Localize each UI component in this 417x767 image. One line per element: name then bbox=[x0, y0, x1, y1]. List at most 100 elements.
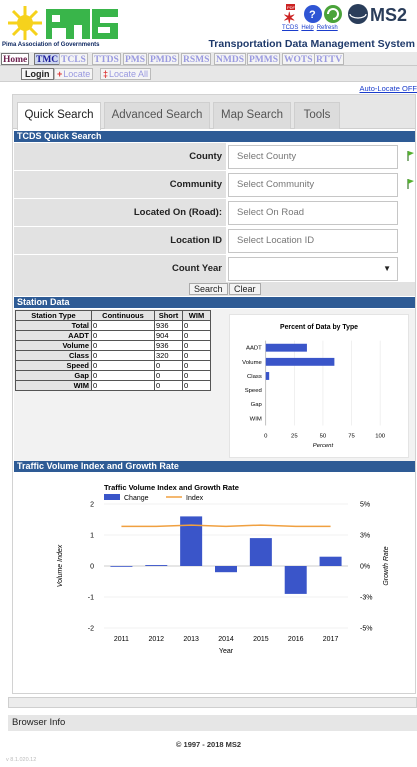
location-id-input[interactable]: Select Location ID bbox=[228, 229, 398, 253]
y-tick-label: WIM bbox=[250, 416, 262, 422]
cell-short: 904 bbox=[154, 330, 183, 341]
community-input[interactable]: Select Community bbox=[228, 173, 398, 197]
dropdown-arrow-icon: ▼ bbox=[383, 264, 391, 273]
x-axis-label: Percent bbox=[313, 443, 334, 449]
locate-all-label: Locate All bbox=[109, 69, 149, 79]
module-home[interactable]: Home bbox=[1, 53, 30, 65]
header-icons: PDF ✶ ? bbox=[283, 4, 342, 25]
bar bbox=[215, 566, 237, 573]
chart-title: Traffic Volume Index and Growth Rate bbox=[104, 483, 239, 492]
bar bbox=[265, 357, 335, 366]
tab-map-search[interactable]: Map Search bbox=[213, 102, 291, 129]
row-type: Class bbox=[15, 350, 92, 361]
x-tick-label: 100 bbox=[375, 433, 386, 439]
count-year-row: Count Year ▼ bbox=[14, 255, 415, 283]
y2-tick-label: 3% bbox=[360, 533, 370, 540]
tcds-link[interactable]: TCDS bbox=[282, 25, 298, 31]
percent-by-type-chart: Percent of Data by Type 0 25 50 75 100 AADT Vol… bbox=[229, 314, 409, 458]
count-year-label: Count Year bbox=[14, 255, 226, 283]
y2-axis-label: Growth Rate bbox=[383, 546, 390, 585]
table-row: WIM 0 0 0 bbox=[15, 380, 211, 391]
sun-icon bbox=[8, 6, 42, 40]
community-flag-icon[interactable] bbox=[406, 178, 416, 190]
app-title: Transportation Data Management System bbox=[208, 38, 415, 50]
cell-continuous: 0 bbox=[91, 370, 155, 381]
x-tick-label: 2011 bbox=[114, 636, 129, 643]
module-rttv[interactable]: RTTV bbox=[314, 53, 345, 65]
y2-tick-label: -5% bbox=[360, 626, 372, 633]
ms2-logo[interactable]: MS2 bbox=[347, 2, 417, 26]
ms2-wordmark: MS2 bbox=[370, 5, 407, 25]
y2-tick-label: 0% bbox=[360, 564, 370, 571]
module-wots[interactable]: WOTS bbox=[282, 53, 315, 65]
table-row: Speed 0 0 0 bbox=[15, 360, 211, 371]
quick-search-actions: Search Clear bbox=[14, 282, 415, 296]
tab-quick-search[interactable]: Quick Search bbox=[17, 102, 101, 130]
help-link[interactable]: Help bbox=[301, 25, 313, 31]
module-tcls[interactable]: TCLS bbox=[59, 53, 88, 65]
module-nmds[interactable]: NMDS bbox=[214, 53, 246, 65]
county-input[interactable]: Select County bbox=[228, 145, 398, 169]
cell-continuous: 0 bbox=[91, 320, 155, 331]
module-ttds[interactable]: TTDS bbox=[92, 53, 121, 65]
count-year-select[interactable]: ▼ bbox=[228, 257, 398, 281]
chart-title: Percent of Data by Type bbox=[280, 324, 358, 331]
clear-button[interactable]: Clear bbox=[229, 283, 261, 295]
bar bbox=[145, 565, 168, 566]
refresh-link[interactable]: Refresh bbox=[317, 25, 338, 31]
cell-wim: 0 bbox=[182, 350, 211, 361]
y-tick-label: Volume bbox=[242, 360, 262, 366]
module-tmc[interactable]: TMC bbox=[34, 53, 61, 65]
cell-short: 320 bbox=[154, 350, 183, 361]
locate-all-button[interactable]: ‡Locate All bbox=[100, 68, 152, 80]
cell-wim: 0 bbox=[182, 370, 211, 381]
bar bbox=[249, 538, 272, 566]
refresh-icon[interactable] bbox=[324, 5, 342, 23]
x-tick-label: 2012 bbox=[148, 636, 164, 643]
pag-logo[interactable] bbox=[6, 3, 126, 43]
county-label: County bbox=[14, 143, 226, 171]
cell-continuous: 0 bbox=[91, 330, 155, 341]
scroll-bar[interactable] bbox=[8, 697, 417, 708]
y-tick-label: -1 bbox=[88, 595, 94, 602]
search-button[interactable]: Search bbox=[189, 283, 228, 295]
cell-wim: 0 bbox=[182, 380, 211, 391]
x-tick-label: 50 bbox=[320, 433, 327, 439]
y-tick-label: Gap bbox=[251, 402, 263, 408]
x-axis-label: Year bbox=[219, 648, 234, 655]
y-axis-label: Volume Index bbox=[57, 544, 64, 587]
row-type: Volume bbox=[15, 340, 92, 351]
table-header-row: Station Type Continuous Short WIM bbox=[15, 310, 211, 321]
org-name: Pima Association of Governments bbox=[2, 42, 100, 48]
module-pmms[interactable]: PMMS bbox=[247, 53, 281, 65]
module-rsms[interactable]: RSMS bbox=[181, 53, 212, 65]
module-pms[interactable]: PMS bbox=[123, 53, 148, 65]
cell-wim: 0 bbox=[182, 320, 211, 331]
community-row: Community Select Community bbox=[14, 171, 415, 199]
cell-wim: 0 bbox=[182, 340, 211, 351]
search-tabs: Quick Search Advanced Search Map Search … bbox=[13, 95, 415, 130]
login-button[interactable]: Login bbox=[21, 68, 54, 80]
tab-advanced-search[interactable]: Advanced Search bbox=[104, 102, 210, 129]
row-type: AADT bbox=[15, 330, 92, 341]
auto-locate-toggle[interactable]: Auto-Locate OFF bbox=[359, 84, 417, 93]
login-bar: Login +Locate ‡Locate All bbox=[0, 66, 417, 82]
community-label: Community bbox=[14, 171, 226, 199]
row-type: Gap bbox=[15, 370, 92, 381]
county-row: County Select County bbox=[14, 143, 415, 171]
help-icon[interactable]: ? bbox=[304, 5, 322, 23]
module-pmds[interactable]: PMDS bbox=[148, 53, 179, 65]
copyright: © 1997 - 2018 MS2 bbox=[175, 740, 242, 749]
cell-wim: 0 bbox=[182, 360, 211, 371]
tcds-icon[interactable]: PDF ✶ bbox=[283, 4, 296, 25]
locate-button[interactable]: +Locate bbox=[54, 68, 94, 80]
main-panel: Quick Search Advanced Search Map Search … bbox=[12, 94, 416, 694]
row-type: Total bbox=[15, 320, 92, 331]
tab-tools[interactable]: Tools bbox=[294, 102, 340, 129]
browser-info[interactable]: Browser Info bbox=[8, 715, 417, 731]
road-input[interactable]: Select On Road bbox=[228, 201, 398, 225]
table-row: Gap 0 0 0 bbox=[15, 370, 211, 381]
cell-short: 0 bbox=[154, 360, 183, 371]
y-tick-label: 0 bbox=[90, 564, 94, 571]
county-flag-icon[interactable] bbox=[406, 150, 416, 162]
